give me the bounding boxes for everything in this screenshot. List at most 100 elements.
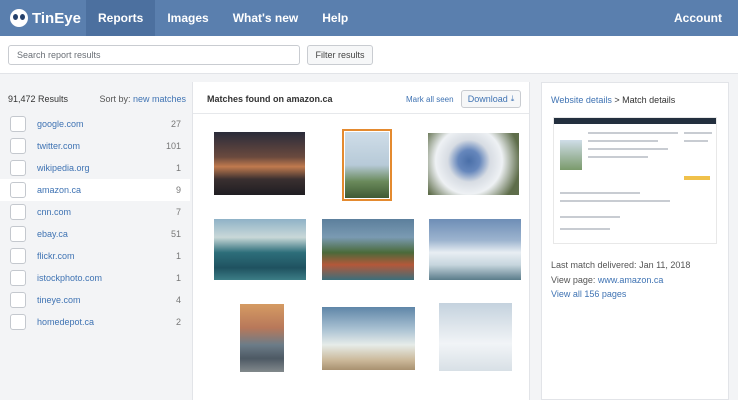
- domain-row[interactable]: istockphoto.com 1: [0, 267, 190, 289]
- view-page-info: View page: www.amazon.ca: [551, 275, 663, 285]
- preview-header-bar: [554, 118, 716, 124]
- domain-checkbox[interactable]: [10, 248, 26, 264]
- preview-text-line: [560, 192, 640, 194]
- nav-account[interactable]: Account: [662, 0, 738, 36]
- domain-row[interactable]: amazon.ca 9: [0, 179, 190, 201]
- domain-checkbox[interactable]: [10, 182, 26, 198]
- domain-count: 1: [175, 251, 181, 261]
- domain-row[interactable]: cnn.com 7: [0, 201, 190, 223]
- tineye-logo-icon: [10, 9, 28, 27]
- match-thumbnail-snow-lighthouse[interactable]: [439, 303, 512, 371]
- domain-name[interactable]: homedepot.ca: [37, 317, 94, 327]
- domain-row[interactable]: wikipedia.org 1: [0, 157, 190, 179]
- matches-title: Matches found on amazon.ca: [207, 94, 333, 104]
- match-thumbnail-iceberg[interactable]: [429, 219, 521, 280]
- view-all-pages-link[interactable]: View all 156 pages: [551, 289, 626, 299]
- domain-name[interactable]: cnn.com: [37, 207, 71, 217]
- breadcrumb-current: Match details: [622, 95, 676, 105]
- breadcrumb-separator: >: [614, 95, 620, 105]
- domain-row[interactable]: google.com 27: [0, 113, 190, 135]
- logo-text: TinEye: [32, 9, 81, 27]
- preview-text-line: [560, 228, 610, 230]
- domain-count: 2: [175, 317, 181, 327]
- domain-count: 51: [170, 229, 181, 239]
- view-page-link[interactable]: www.amazon.ca: [598, 275, 664, 285]
- domain-checkbox[interactable]: [10, 204, 26, 220]
- domain-name[interactable]: amazon.ca: [37, 185, 81, 195]
- domain-name[interactable]: google.com: [37, 119, 84, 129]
- download-icon: ⤓: [510, 94, 515, 103]
- domain-row[interactable]: homedepot.ca 2: [0, 311, 190, 333]
- match-details-panel: Website details > Match details Last mat…: [541, 82, 729, 400]
- domain-list: google.com 27 twitter.com 101 wikipedia.or…: [0, 113, 190, 333]
- top-navigation: TinEye Reports Images What's new Help Ac…: [0, 0, 738, 36]
- domain-checkbox[interactable]: [10, 292, 26, 308]
- domain-name[interactable]: twitter.com: [37, 141, 80, 151]
- domain-count: 4: [175, 295, 181, 305]
- nav-images[interactable]: Images: [155, 0, 220, 36]
- domain-sidebar: 91,472 Results Sort by: new matches goog…: [0, 82, 190, 400]
- nav-reports[interactable]: Reports: [86, 0, 156, 36]
- domain-count: 1: [175, 273, 181, 283]
- domain-count: 27: [170, 119, 181, 129]
- domain-count: 7: [175, 207, 181, 217]
- tineye-logo[interactable]: TinEye: [0, 0, 86, 36]
- match-thumbnail-town[interactable]: [240, 304, 284, 372]
- preview-text-line: [560, 216, 620, 218]
- view-page-label: View page:: [551, 275, 596, 285]
- page-screenshot-preview[interactable]: [553, 117, 717, 244]
- mark-all-seen-link[interactable]: Mark all seen: [406, 95, 454, 104]
- download-button[interactable]: Download ⤓: [461, 90, 521, 108]
- domain-count: 1: [175, 163, 181, 173]
- domain-checkbox[interactable]: [10, 138, 26, 154]
- match-thumbnail-blue-jay[interactable]: [428, 133, 519, 195]
- domain-row[interactable]: tineye.com 4: [0, 289, 190, 311]
- preview-text-line: [560, 200, 670, 202]
- domain-checkbox[interactable]: [10, 226, 26, 242]
- domain-checkbox[interactable]: [10, 116, 26, 132]
- last-match-label: Last match delivered:: [551, 260, 637, 270]
- domain-row[interactable]: ebay.ca 51: [0, 223, 190, 245]
- last-match-date: Jan 11, 2018: [639, 260, 691, 270]
- preview-text-line: [684, 140, 708, 142]
- nav-help[interactable]: Help: [310, 0, 360, 36]
- match-thumbnail-lighthouse[interactable]: [342, 129, 392, 201]
- match-thumbnail-surf[interactable]: [322, 307, 415, 370]
- domain-row[interactable]: flickr.com 1: [0, 245, 190, 267]
- matches-panel: Matches found on amazon.ca Mark all seen…: [192, 82, 530, 400]
- domain-name[interactable]: wikipedia.org: [37, 163, 90, 173]
- domain-checkbox[interactable]: [10, 160, 26, 176]
- domain-name[interactable]: istockphoto.com: [37, 273, 102, 283]
- breadcrumb-website-details[interactable]: Website details: [551, 95, 612, 105]
- breadcrumb: Website details > Match details: [551, 95, 675, 105]
- match-thumbnail-shipwreck[interactable]: [214, 132, 305, 195]
- domain-name[interactable]: flickr.com: [37, 251, 75, 261]
- last-match-info: Last match delivered: Jan 11, 2018: [551, 260, 690, 270]
- search-input[interactable]: [8, 45, 300, 65]
- filter-results-button[interactable]: Filter results: [307, 45, 373, 65]
- preview-text-line: [588, 156, 648, 158]
- domain-count: 9: [175, 185, 181, 195]
- domain-name[interactable]: tineye.com: [37, 295, 81, 305]
- sort-value[interactable]: new matches: [133, 94, 186, 104]
- preview-product-image: [560, 140, 582, 170]
- search-bar: Filter results: [0, 36, 738, 74]
- preview-text-line: [684, 132, 712, 134]
- preview-text-line: [588, 132, 678, 134]
- match-thumbnail-wave[interactable]: [214, 219, 306, 280]
- domain-count: 101: [165, 141, 181, 151]
- download-label: Download: [467, 94, 508, 104]
- preview-text-line: [588, 140, 658, 142]
- preview-text-line: [588, 148, 668, 150]
- domain-name[interactable]: ebay.ca: [37, 229, 68, 239]
- sort-label: Sort by:: [99, 94, 131, 104]
- match-thumbnail-coastline[interactable]: [322, 219, 414, 280]
- domain-checkbox[interactable]: [10, 314, 26, 330]
- nav-whats-new[interactable]: What's new: [221, 0, 311, 36]
- domain-checkbox[interactable]: [10, 270, 26, 286]
- sort-control[interactable]: Sort by: new matches: [99, 94, 186, 104]
- preview-buy-button: [684, 176, 710, 180]
- results-total: 91,472 Results: [8, 94, 69, 104]
- domain-row[interactable]: twitter.com 101: [0, 135, 190, 157]
- divider: [193, 113, 529, 114]
